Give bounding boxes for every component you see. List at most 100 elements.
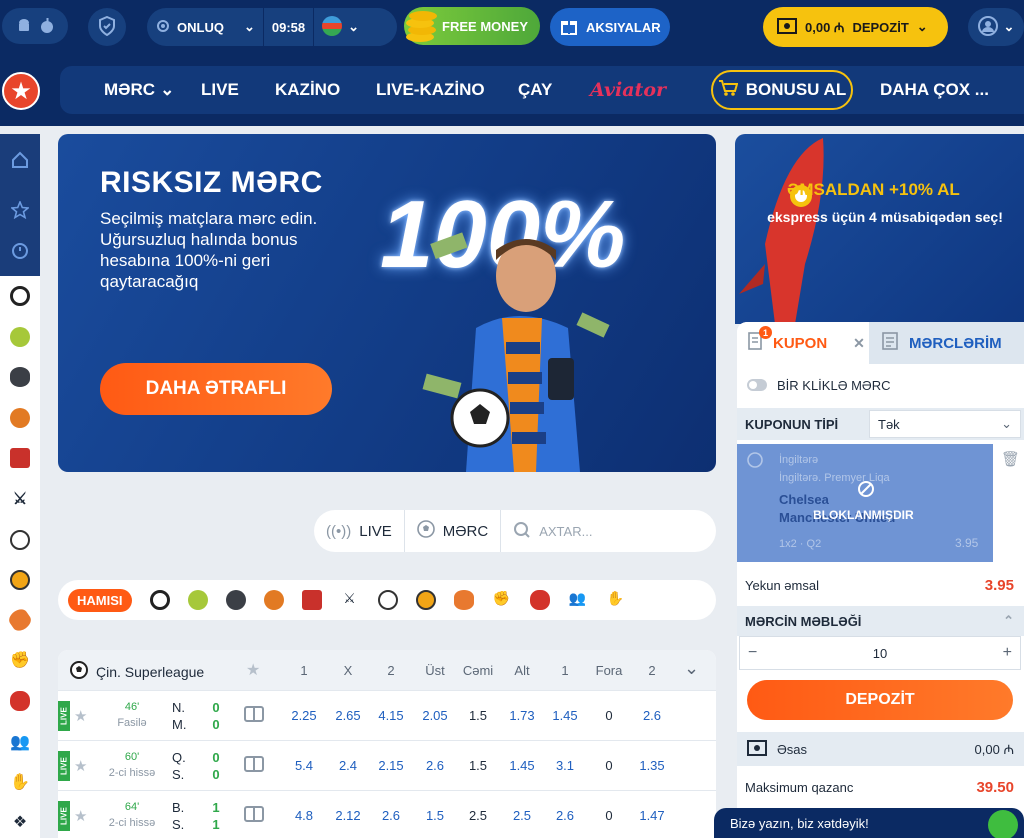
plus-icon[interactable]: + [1003, 644, 1012, 662]
filter-live[interactable]: ((•)) LIVE [314, 510, 405, 552]
nav-live[interactable]: LIVE [201, 66, 239, 114]
minus-icon[interactable]: − [748, 644, 757, 662]
table-row[interactable]: LIVE ★ 46' Fasilə N. M. 00 2.25 2.65 4.15 … [58, 690, 716, 740]
league-star-icon[interactable]: ★ [246, 660, 260, 680]
one-click-bet[interactable]: BİR KLİKLƏ MƏRC [737, 370, 1024, 400]
tab-my-bets[interactable]: MƏRCLƏRİM [869, 322, 1024, 364]
odd-under[interactable]: 1.73 [500, 708, 544, 723]
odd-2[interactable]: 4.15 [369, 708, 413, 723]
bonus-button[interactable]: BONUSU AL [711, 70, 853, 110]
bet-amount-value[interactable]: 10 [873, 646, 887, 661]
app-download[interactable] [2, 8, 68, 44]
rugby-icon[interactable] [0, 600, 40, 640]
table-row[interactable]: LIVE ★ 64' 2-ci hissə B. S. 11 4.8 2.12 2.… [58, 790, 716, 838]
cards-icon[interactable]: ✋ [0, 762, 40, 802]
odds-format-select[interactable]: ONLUQ ⌄ [147, 8, 264, 46]
boxing-icon[interactable] [529, 590, 550, 610]
mma-icon[interactable]: ✊ [0, 640, 40, 680]
odd-x[interactable]: 2.12 [326, 808, 370, 823]
filter-bets[interactable]: MƏRC [405, 510, 502, 552]
all-sports-tab[interactable]: HAMISI [68, 588, 132, 612]
odd-over[interactable]: 2.05 [413, 708, 457, 723]
dota-icon[interactable] [301, 590, 322, 610]
hockey-icon[interactable] [0, 357, 40, 397]
language-select[interactable]: ⌄ [314, 8, 367, 46]
search-field[interactable]: AXTAR... [501, 510, 604, 552]
cards-icon[interactable]: ✋ [606, 590, 626, 610]
field-icon[interactable] [244, 806, 264, 822]
cs-icon[interactable]: ⚔ [0, 479, 40, 519]
football-icon[interactable] [0, 276, 40, 316]
basketball-icon[interactable] [263, 590, 284, 610]
logo-star-icon[interactable]: ★ [2, 72, 40, 110]
tennis-icon[interactable] [187, 590, 208, 610]
odd-h2[interactable]: 2.6 [630, 708, 674, 723]
league-title[interactable]: Çin. Superleague [70, 661, 204, 682]
field-icon[interactable] [244, 756, 264, 772]
trash-icon[interactable]: 🗑 [1001, 450, 1020, 468]
tennis-icon[interactable] [0, 317, 40, 357]
stopwatch-icon[interactable] [0, 230, 40, 270]
nav-more[interactable]: DAHA ÇOX ... [880, 66, 989, 114]
express-promo[interactable]: ƏMSALDAN +10% AL ekspress üçün 4 müsabiq… [735, 134, 1024, 324]
odd-under[interactable]: 2.5 [500, 808, 544, 823]
support-chat[interactable]: Bizə yazın, biz xətdəyik! [714, 808, 1024, 838]
promotions-button[interactable]: AKSIYALAR [550, 8, 670, 46]
football-icon[interactable] [149, 590, 170, 610]
nav-tea[interactable]: ÇAY [518, 66, 552, 114]
apple-icon[interactable] [40, 17, 54, 36]
rugby-icon[interactable] [453, 590, 474, 610]
odd-1[interactable]: 5.4 [282, 758, 326, 773]
odd-2[interactable]: 2.15 [369, 758, 413, 773]
nav-live-casino[interactable]: LIVE-KAZİNO [376, 66, 485, 114]
mma-icon[interactable]: ✊ [492, 590, 512, 610]
close-icon[interactable]: ✕ [853, 335, 865, 352]
odd-under[interactable]: 1.45 [500, 758, 544, 773]
hockey-icon[interactable] [225, 590, 246, 610]
odd-h2[interactable]: 1.47 [630, 808, 674, 823]
odd-x[interactable]: 2.65 [326, 708, 370, 723]
security-button[interactable] [88, 8, 126, 46]
table-row[interactable]: LIVE ★ 60' 2-ci hissə Q. S. 00 5.4 2.4 2.1… [58, 740, 716, 790]
main-account-row[interactable]: Əsas 0,00 ₼ [737, 732, 1024, 766]
odd-h1[interactable]: 2.6 [543, 808, 587, 823]
deposit-button[interactable]: DEPOZİT [747, 680, 1013, 720]
cs-icon[interactable]: ⚔ [340, 590, 360, 610]
basketball-icon[interactable] [0, 398, 40, 438]
chevron-down-icon[interactable]: ⌄ [684, 658, 699, 679]
favorite-star-icon[interactable]: ★ [74, 707, 87, 725]
handball-icon[interactable] [415, 590, 436, 610]
odd-2[interactable]: 2.6 [369, 808, 413, 823]
people-icon[interactable]: 👥 [0, 722, 40, 762]
free-money-button[interactable]: FREE MONEY [404, 7, 540, 45]
odd-x[interactable]: 2.4 [326, 758, 370, 773]
favorite-star-icon[interactable]: ★ [74, 757, 87, 775]
one-click-toggle[interactable] [747, 379, 767, 391]
dota-icon[interactable] [0, 438, 40, 478]
home-icon[interactable] [0, 140, 40, 180]
esports-icon[interactable]: ❖ [0, 802, 40, 838]
tab-coupon[interactable]: 1 KUPON ✕ [737, 322, 869, 364]
odd-h2[interactable]: 1.35 [630, 758, 674, 773]
people-icon[interactable]: 👥 [568, 590, 588, 610]
learn-more-button[interactable]: DAHA ƏTRAFLI [100, 363, 332, 415]
odd-h1[interactable]: 3.1 [543, 758, 587, 773]
nav-bets[interactable]: MƏRC ⌄ [104, 66, 174, 114]
odd-h1[interactable]: 1.45 [543, 708, 587, 723]
coupon-type-select[interactable]: Tək ⌄ [869, 410, 1021, 438]
odd-1[interactable]: 2.25 [282, 708, 326, 723]
favorite-star-icon[interactable]: ★ [74, 807, 87, 825]
bet-amount-stepper[interactable]: − 10 + [739, 636, 1021, 670]
volleyball-icon[interactable] [377, 590, 398, 610]
favorites-star-icon[interactable] [0, 190, 40, 230]
handball-icon[interactable] [0, 560, 40, 600]
odd-over[interactable]: 2.6 [413, 758, 457, 773]
field-icon[interactable] [244, 706, 264, 722]
user-menu[interactable]: ⌄ [968, 8, 1024, 46]
odd-over[interactable]: 1.5 [413, 808, 457, 823]
odd-1[interactable]: 4.8 [282, 808, 326, 823]
chevron-up-icon[interactable]: ⌃ [1003, 613, 1014, 629]
balance-deposit-button[interactable]: 0,00 ₼ DEPOZİT ⌄ [763, 7, 948, 47]
volleyball-icon[interactable] [0, 520, 40, 560]
android-icon[interactable] [16, 17, 32, 36]
